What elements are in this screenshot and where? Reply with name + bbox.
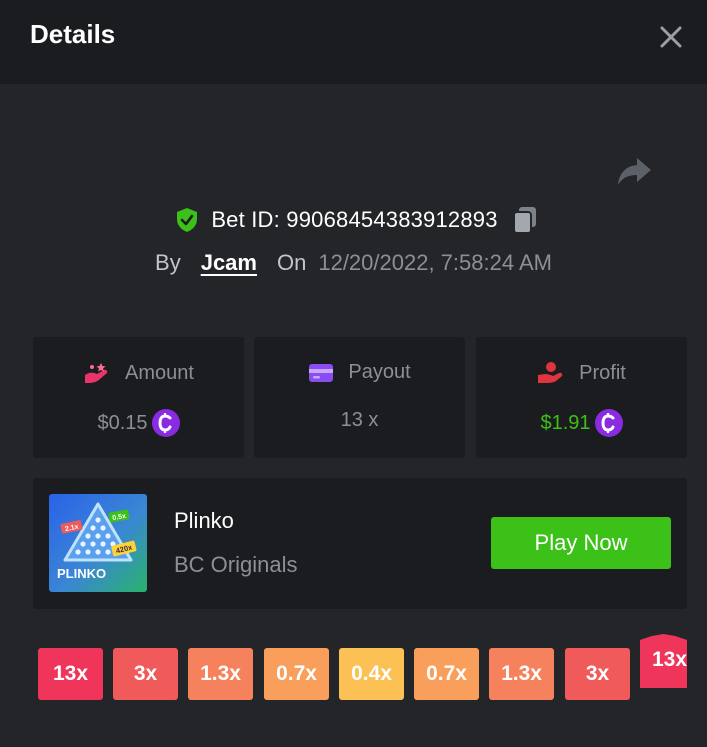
profit-hand-icon bbox=[538, 362, 563, 383]
on-label: On bbox=[276, 250, 307, 275]
game-card: 2.1x 0.5x 420x PLINKO Plinko BC Original… bbox=[33, 478, 687, 609]
multiplier-slot: 0.7x bbox=[264, 648, 329, 700]
profit-header: Profit bbox=[476, 361, 687, 385]
amount-header: Amount bbox=[33, 361, 244, 385]
share-button[interactable] bbox=[614, 150, 656, 192]
multiplier-label: 1.3x bbox=[200, 662, 241, 685]
multiplier-label: 0.7x bbox=[276, 662, 317, 685]
payout-value-row: 13 x bbox=[254, 409, 465, 432]
share-arrow-icon bbox=[618, 158, 651, 185]
multiplier-row: 13x 3x 1.3x 0.7x 0.4x 0.7x 1.3x 3x 13x bbox=[0, 630, 707, 710]
multiplier-slot: 0.4x bbox=[339, 648, 404, 700]
amount-card: Amount $0.15 bbox=[33, 337, 244, 458]
multiplier-slot: 1.3x bbox=[489, 648, 554, 700]
profit-value: $1.91 bbox=[540, 411, 591, 434]
multiplier-label: 1.3x bbox=[501, 662, 542, 685]
multiplier-label: 3x bbox=[133, 662, 158, 685]
amount-value: $0.15 bbox=[97, 411, 148, 434]
bet-meta-row: By Jcam On 12/20/2022, 7:58:24 AM bbox=[0, 246, 707, 280]
payout-card: Payout 13 x bbox=[254, 337, 465, 458]
by-label: By bbox=[155, 250, 181, 275]
bet-date: 12/20/2022, 7:58:24 AM bbox=[318, 250, 552, 275]
profit-value-row: $1.91 bbox=[476, 409, 687, 437]
multiplier-label: 0.4x bbox=[351, 662, 392, 685]
profit-card: Profit $1.91 bbox=[476, 337, 687, 458]
close-button[interactable] bbox=[654, 20, 688, 54]
user-link[interactable]: Jcam bbox=[201, 250, 257, 276]
multiplier-label: 0.7x bbox=[426, 662, 467, 685]
game-name: Plinko bbox=[174, 508, 234, 533]
game-thumbnail[interactable]: 2.1x 0.5x 420x PLINKO bbox=[49, 494, 147, 592]
multiplier-label: 3x bbox=[585, 662, 610, 685]
profit-label: Profit bbox=[579, 361, 626, 384]
amount-label: Amount bbox=[125, 361, 194, 384]
amount-icon bbox=[85, 363, 108, 383]
bet-id-row: Bet ID: 99068454383912893 bbox=[0, 203, 707, 237]
plinko-thumbnail-image: 2.1x 0.5x 420x PLINKO bbox=[49, 494, 147, 592]
game-provider: BC Originals bbox=[174, 552, 298, 577]
bet-id: Bet ID: 99068454383912893 bbox=[211, 207, 498, 232]
multiplier-slot: 3x bbox=[113, 648, 178, 700]
multiplier-slot: 13x bbox=[38, 648, 103, 700]
multiplier-slot-active: 13x bbox=[640, 634, 687, 688]
payout-card-icon bbox=[309, 363, 334, 382]
payout-label: Payout bbox=[348, 361, 411, 383]
copy-icon[interactable] bbox=[512, 206, 538, 234]
amount-value-row: $0.15 bbox=[33, 409, 244, 437]
payout-value: 13 x bbox=[340, 409, 379, 431]
multiplier-label: 13x bbox=[52, 662, 89, 685]
multiplier-slot: 3x bbox=[565, 648, 630, 700]
active-multiplier-label: 13x bbox=[652, 648, 687, 671]
modal-title: Details bbox=[30, 19, 116, 49]
close-icon bbox=[660, 26, 682, 48]
coin-icon bbox=[151, 409, 180, 437]
thumb-title: PLINKO bbox=[57, 566, 106, 581]
payout-header: Payout bbox=[254, 361, 465, 384]
multiplier-slot: 0.7x bbox=[414, 648, 479, 700]
multiplier-slot: 1.3x bbox=[188, 648, 253, 700]
verified-shield-icon bbox=[177, 208, 198, 232]
play-now-button[interactable]: Play Now bbox=[491, 517, 671, 569]
coin-icon bbox=[594, 409, 623, 437]
modal-header: Details bbox=[0, 0, 707, 84]
